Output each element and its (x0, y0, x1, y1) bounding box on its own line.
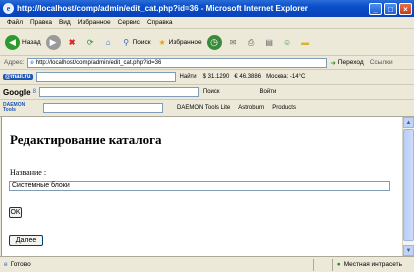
menu-view[interactable]: Вид (59, 19, 71, 26)
home-icon: ⌂ (105, 37, 111, 47)
status-divider (312, 258, 314, 271)
address-label: Адрес: (4, 59, 25, 66)
menu-edit[interactable]: Правка (30, 19, 52, 26)
page-icon: e (30, 59, 34, 66)
stop-icon: ✖ (68, 37, 76, 47)
title-bar: e http://localhost/comp/admin/edit_cat.p… (0, 0, 414, 17)
ie-logo-icon: e (3, 3, 14, 14)
stop-button[interactable]: ✖ (66, 36, 79, 49)
scroll-thumb[interactable] (403, 129, 414, 241)
menu-file[interactable]: Файл (7, 19, 23, 26)
status-divider (331, 258, 333, 271)
messenger-icon: ☺ (283, 37, 292, 47)
address-input[interactable]: e http://localhost/comp/admin/edit_cat.p… (27, 57, 328, 68)
vertical-scrollbar[interactable]: ▲ ▼ (402, 117, 414, 256)
folder-icon: ▬ (301, 37, 310, 47)
messenger-button[interactable]: ☺ (281, 36, 294, 49)
menu-favorites[interactable]: Избранное (78, 19, 111, 26)
history-icon: ◷ (206, 34, 222, 50)
google-g[interactable]: 8 (33, 89, 36, 95)
next-button[interactable]: Далее (9, 235, 43, 246)
google-toolbar: Google 8 Поиск Войти (0, 85, 414, 100)
mailru-find-button[interactable]: Найти (180, 74, 197, 80)
mailru-search-input[interactable] (35, 72, 176, 82)
maximize-button[interactable]: □ (384, 2, 397, 15)
astroburn-link[interactable]: Astroburn (238, 105, 264, 111)
catalog-name-input[interactable]: Системные блоки (9, 181, 390, 191)
go-button[interactable]: Переход (338, 59, 364, 66)
forward-arrow-icon: ▶ (45, 34, 61, 50)
home-button[interactable]: ⌂ (102, 36, 115, 49)
products-link[interactable]: Products (272, 105, 296, 111)
window-title: http://localhost/comp/admin/edit_cat.php… (17, 4, 308, 13)
mail-button[interactable]: ✉ (227, 36, 240, 49)
minimize-button[interactable]: _ (369, 2, 382, 15)
favorites-label: Избранное (168, 38, 202, 46)
back-arrow-icon: ◀ (5, 34, 20, 50)
daemon-logo[interactable]: DAEMON Tools (3, 103, 39, 113)
daemon-toolbar: DAEMON Tools DAEMON Tools Lite Astroburn… (0, 100, 414, 117)
close-button[interactable]: × (399, 2, 412, 15)
print-button[interactable]: ⎙ (245, 36, 258, 49)
scroll-down-icon[interactable]: ▼ (403, 245, 414, 256)
printer-icon: ⎙ (247, 37, 255, 47)
mailru-logo[interactable]: @mail.ru (3, 74, 33, 80)
ok-button[interactable]: OK (9, 207, 22, 218)
folder-button[interactable]: ▬ (299, 36, 312, 49)
menu-bar: Файл Правка Вид Избранное Сервис Справка (0, 17, 414, 29)
google-search-button[interactable]: Поиск (203, 89, 220, 95)
edit-button[interactable]: ▤ (263, 36, 276, 49)
menu-help[interactable]: Справка (147, 19, 173, 26)
google-search-input[interactable] (38, 87, 199, 97)
search-label: Поиск (132, 38, 151, 46)
page-title: Редактирование каталога (10, 132, 162, 147)
google-signin[interactable]: Войти (260, 89, 277, 95)
mail-icon: ✉ (229, 37, 237, 47)
field-label: Название : (10, 168, 47, 177)
back-label: Назад (22, 38, 41, 46)
go-arrow-icon: ➜ (330, 59, 336, 67)
usd-rate: $ 31.1290 (202, 74, 230, 80)
page-content: Редактирование каталога Название : Систе… (1, 117, 402, 256)
menu-tools[interactable]: Сервис (118, 19, 140, 26)
daemon-lite-link[interactable]: DAEMON Tools Lite (177, 105, 230, 111)
daemon-search-input[interactable] (43, 103, 163, 113)
weather: Москва: -14°C (266, 74, 306, 80)
mailru-toolbar: @mail.ru Найти $ 31.1290 € 46.3886 Москв… (0, 70, 414, 85)
refresh-button[interactable]: ⟳ (84, 36, 97, 49)
address-bar: Адрес: e http://localhost/comp/admin/edi… (0, 56, 414, 70)
done-icon: e (4, 261, 8, 268)
status-text: Готово (10, 261, 31, 268)
history-button[interactable]: ◷ (206, 34, 222, 50)
document-icon: ▤ (265, 37, 273, 47)
forward-button[interactable]: ▶ (45, 34, 61, 50)
back-button[interactable]: ◀ Назад (5, 34, 41, 50)
status-bar: e Готово ● Местная интрасеть (0, 256, 414, 272)
links-button[interactable]: Ссылки (370, 59, 393, 66)
search-icon: ⚲ (123, 37, 130, 47)
eur-rate: € 46.3886 (234, 74, 262, 80)
scroll-up-icon[interactable]: ▲ (403, 117, 414, 128)
address-url: http://localhost/comp/admin/edit_cat.php… (35, 59, 162, 66)
star-icon: ★ (158, 37, 166, 47)
google-logo[interactable]: Google (3, 88, 31, 97)
zone-text: Местная интрасеть (343, 261, 402, 268)
intranet-icon: ● (336, 261, 341, 268)
search-button[interactable]: ⚲ Поиск (120, 36, 151, 49)
favorites-button[interactable]: ★ Избранное (156, 36, 202, 49)
standard-toolbar: ◀ Назад ▶ ✖ ⟳ ⌂ ⚲ Поиск ★ Избранное ◷ ✉ … (0, 29, 414, 56)
refresh-icon: ⟳ (86, 37, 94, 47)
